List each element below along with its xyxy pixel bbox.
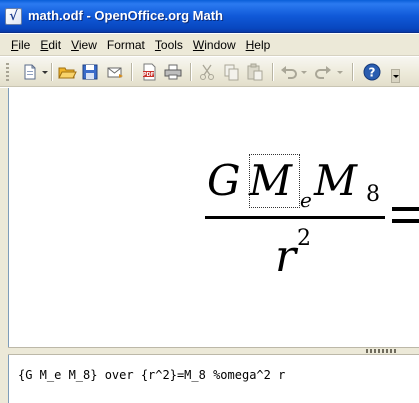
open-button[interactable]	[57, 62, 77, 82]
folder-open-icon	[58, 67, 77, 79]
formula-subscript-e: e	[300, 188, 312, 212]
paste-button[interactable]	[245, 62, 265, 82]
window-frame-left	[0, 88, 8, 403]
toolbar-separator	[131, 63, 132, 81]
cut-button[interactable]	[197, 62, 217, 82]
floppy-disk-icon	[82, 64, 98, 80]
math-document-icon[interactable]: √	[5, 8, 22, 25]
fraction-bar	[205, 216, 385, 219]
toolbar-separator	[190, 63, 191, 81]
command-editor[interactable]: {G M_e M_8} over {r^2}=M_8 %omega^2 r	[8, 355, 419, 403]
toolbar-overflow-button[interactable]	[391, 69, 400, 83]
title-bar[interactable]: √ math.odf - OpenOffice.org Math	[0, 0, 419, 33]
help-icon: ?	[363, 63, 381, 81]
menu-view[interactable]: View	[66, 36, 102, 54]
menu-help[interactable]: Help	[241, 36, 276, 54]
printer-icon	[164, 64, 182, 80]
chevron-down-icon	[337, 71, 343, 74]
redo-dropdown[interactable]	[336, 62, 344, 82]
formula-subscript-8: 8	[366, 182, 380, 207]
save-button[interactable]	[80, 62, 100, 82]
undo-dropdown[interactable]	[300, 62, 308, 82]
toolbar-grip[interactable]	[6, 63, 9, 81]
window-title: math.odf - OpenOffice.org Math	[28, 8, 223, 23]
command-text[interactable]: {G M_e M_8} over {r^2}=M_8 %omega^2 r	[18, 368, 285, 382]
redo-icon	[315, 66, 331, 79]
undo-icon	[281, 66, 297, 79]
formula-symbol-r: r	[275, 231, 297, 282]
rendered-formula: G M e M 8 r 2	[9, 88, 419, 347]
formula-exponent-2: 2	[297, 226, 311, 251]
menu-tools[interactable]: Tools	[150, 36, 188, 54]
chevron-down-icon	[301, 71, 307, 74]
print-button[interactable]	[163, 62, 183, 82]
menu-window[interactable]: Window	[188, 36, 241, 54]
clipboard-icon	[247, 63, 263, 81]
new-document-icon	[24, 64, 36, 80]
standard-toolbar: PDF ?	[0, 57, 419, 87]
copy-button[interactable]	[221, 62, 241, 82]
menu-edit[interactable]: Edit	[35, 36, 66, 54]
scissors-icon	[200, 64, 214, 80]
new-document-dropdown[interactable]	[41, 62, 49, 82]
formula-preview[interactable]: G M e M 8 r 2	[8, 88, 419, 347]
splitter-grip[interactable]	[366, 349, 396, 353]
toolbar-separator	[352, 63, 353, 81]
formula-symbol-g: G	[207, 156, 241, 205]
pdf-icon: PDF	[143, 63, 156, 81]
chevron-down-icon	[393, 75, 399, 78]
chevron-down-icon	[42, 71, 48, 74]
equals-sign-top	[392, 207, 419, 211]
formula-symbol-m-sat: M	[314, 156, 358, 205]
copy-icon	[224, 64, 239, 81]
menu-file[interactable]: File	[6, 36, 35, 54]
formula-cursor	[249, 154, 300, 208]
export-pdf-button[interactable]: PDF	[139, 62, 159, 82]
svg-text:?: ?	[369, 66, 376, 80]
toolbar-separator	[51, 63, 52, 81]
toolbar-separator	[272, 63, 273, 81]
envelope-icon	[107, 67, 123, 78]
redo-button[interactable]	[313, 62, 333, 82]
menu-bar: File Edit View Format Tools Window Help	[0, 34, 419, 56]
email-button[interactable]	[105, 62, 125, 82]
menu-format[interactable]: Format	[102, 36, 150, 54]
help-button[interactable]: ?	[362, 62, 382, 82]
equals-sign-bottom	[392, 219, 419, 223]
svg-text:PDF: PDF	[143, 72, 154, 78]
pane-splitter[interactable]	[8, 347, 419, 355]
undo-button[interactable]	[279, 62, 299, 82]
new-document-button[interactable]	[20, 62, 40, 82]
